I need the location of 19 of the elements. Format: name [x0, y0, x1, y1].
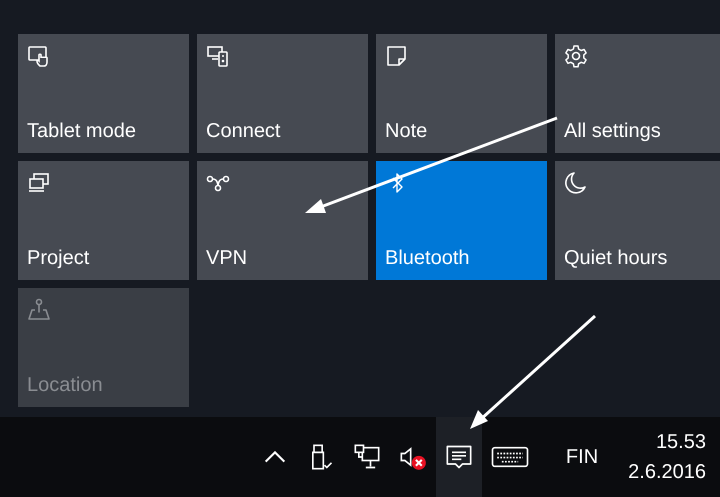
quick-action-tile[interactable]: All settings [555, 34, 720, 153]
tablet-icon [27, 44, 51, 68]
language-indicator[interactable]: FIN [538, 446, 620, 468]
note-icon [385, 44, 409, 68]
quick-action-tile[interactable]: Bluetooth [376, 161, 547, 280]
settings-icon [564, 44, 588, 68]
devices-icon [206, 44, 230, 68]
quick-action-tile[interactable]: Project [18, 161, 189, 280]
quick-action-tile[interactable]: Tablet mode [18, 34, 189, 153]
location-icon [27, 298, 51, 322]
quick-action-tile[interactable]: Connect [197, 34, 368, 153]
action-center-icon[interactable] [436, 417, 482, 497]
quick-action-tile[interactable]: VPN [197, 161, 368, 280]
clock-time[interactable]: 15.53 [656, 427, 706, 457]
quick-action-tile[interactable]: Quiet hours [555, 161, 720, 280]
moon-icon [564, 171, 588, 195]
quick-action-tile[interactable]: Note [376, 34, 547, 153]
project-icon [27, 171, 51, 195]
clock-date[interactable]: 2.6.2016 [628, 457, 706, 487]
